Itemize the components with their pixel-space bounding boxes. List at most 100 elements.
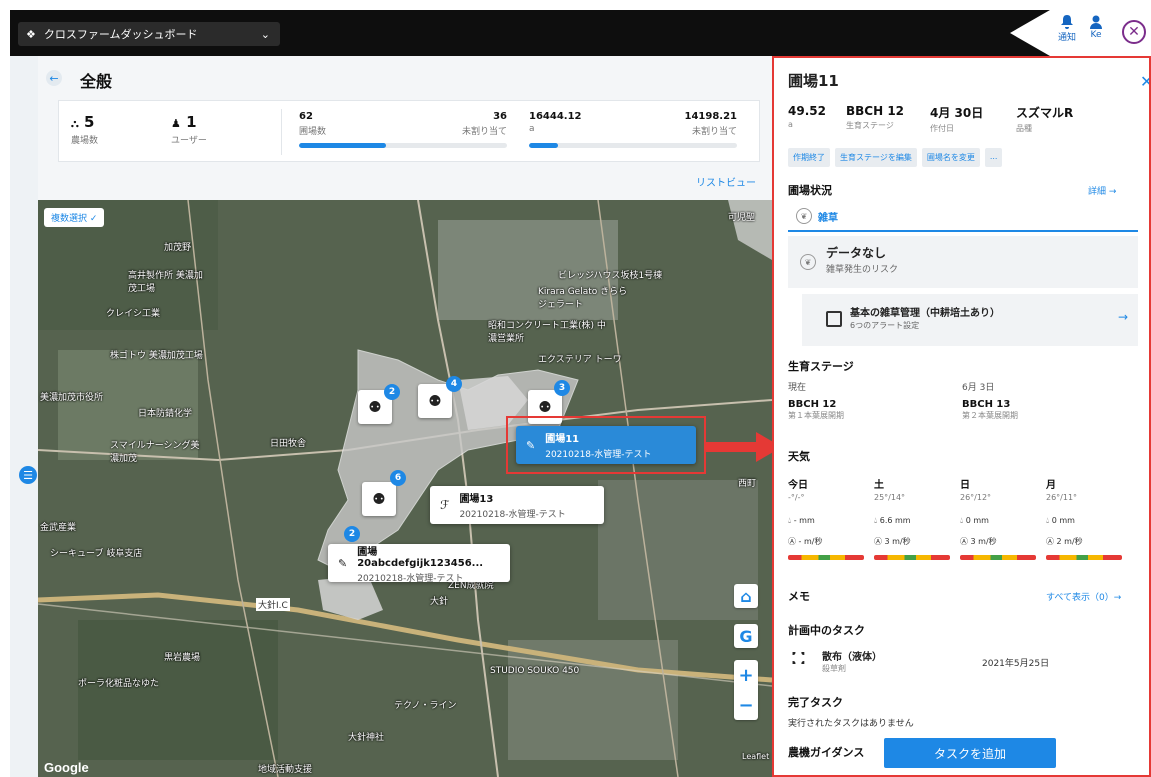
add-task-button[interactable]: タスクを追加 [884,738,1056,768]
notifications-label: 通知 [1058,33,1077,43]
weather-strip [960,555,1036,560]
tab-weed[interactable]: ❦ 雑草 [788,204,1138,232]
guidance-title[interactable]: 農機ガイダンス [788,744,864,760]
growth-current: 現在 BBCH 12 第１本葉展開期 [788,380,844,421]
weather-day: 日 26°/12° 💧︎ 0 mm Ⓐ 3 m/秒 [960,476,1040,560]
map-label: 日田牧舎 [270,439,307,449]
left-rail: ☰ [10,56,38,777]
dashboard-selector[interactable]: ❖ クロスファームダッシュボード ⌄ [18,22,280,46]
no-data-sub: 雑草発生のリスク [826,265,899,275]
completed-tasks-title: 完了タスク [788,696,843,709]
task-name: 散布（液体） [822,652,882,663]
weather-title: 天気 [788,450,810,463]
fields-label: 圃場数 [299,127,327,137]
field-facts: 49.52 a BBCH 12 生育ステージ 4月 30日 作付日 スズマルR 品種 [788,104,1073,134]
highlight-arrow [706,432,782,462]
zoom-in-button[interactable]: + [734,660,758,690]
rain-icon: 💧︎ [960,516,964,525]
map-label: STUDIO SOUKO 450 [490,666,580,676]
callout-sub: 20210218-水管理-テスト [357,573,464,584]
wind-icon: Ⓐ [874,537,882,546]
memo-title: メモ [788,590,810,603]
weed-plan-card[interactable]: 基本の雑草管理（中耕培土あり） 6つのアラート設定 → [802,294,1138,346]
menu-toggle-icon[interactable]: ☰ [19,466,37,484]
back-arrow-icon[interactable]: ← [46,70,62,86]
fact-bbch: BBCH 12 生育ステージ [846,104,905,130]
growth-now-bbch: BBCH 12 [788,399,837,410]
user-icon [1090,15,1102,29]
map-label: 高井製作所 美濃加茂工場 [128,271,203,294]
weather-day: 今日 -°/-° 💧︎ - mm Ⓐ - m/秒 [788,476,868,560]
leaf-icon: ✎ [338,556,348,570]
field20-callout[interactable]: ✎ 圃場20abcdefgijk123456... 20210218-水管理-テ… [328,544,510,584]
map-label: ビレッジハウス坂枝1号棟 [558,271,663,281]
field-marker-icon: ⚉ [538,398,552,416]
weed-risk-card: ❦ データなし 雑草発生のリスク [788,236,1138,288]
map-label: 大針神社 [348,733,385,743]
leaflet-attribution[interactable]: Leaflet [742,752,769,761]
field-cluster-pin[interactable]: ⚉ [362,482,396,516]
fact-variety: スズマルR 品種 [1016,106,1074,133]
main-area: ← 全般 ⛬ 5 農場数 ♟ 1 ユーザー 62 36 圃場数 未割り当て 1644… [38,56,772,777]
task-row[interactable]: ⛚ 散布（液体） 殺草剤 2021年5月25日 [788,646,1138,682]
fields-total: 62 [299,111,313,122]
notifications-button[interactable]: 通知 [1058,14,1076,43]
google-layer-icon[interactable]: G [734,624,758,648]
growth-now-desc: 第１本葉展開期 [788,411,844,420]
map-label: 地域活動支援 [258,765,313,775]
action-chips: 作期終了 生育ステージを編集 圃場名を変更 ... [788,148,1003,167]
map-label: 昭和コンクリート工業(株) 中濃営業所 [488,321,606,344]
rain-icon: 💧︎ [1046,516,1050,525]
cluster-count-badge: 3 [554,380,570,396]
home-location-icon[interactable]: ⌂ [734,584,758,608]
details-link[interactable]: 詳細 → [1088,184,1116,197]
memo-show-all-link[interactable]: すべて表示（0）→ [1046,590,1121,603]
page-title: 全般 [80,72,113,91]
map-label: クレイシ工業 [106,309,161,319]
tab-weed-label: 雑草 [818,212,838,224]
dashboard-selector-label: クロスファームダッシュボード [43,28,198,41]
callout-sub: 20210218-水管理-テスト [459,510,566,520]
list-view-link[interactable]: リストビュー [696,174,756,189]
end-season-button[interactable]: 作期終了 [788,148,830,167]
close-app-icon[interactable]: ✕ [1122,20,1146,44]
edit-growth-stage-button[interactable]: 生育ステージを編集 [835,148,917,167]
weather-strip [1046,555,1122,560]
divider [281,109,282,155]
field13-callout[interactable]: ℱ 圃場13 20210218-水管理-テスト [430,486,604,524]
users-count: 1 [186,113,197,131]
fields-progress-bar [299,143,507,148]
rename-field-button[interactable]: 圃場名を変更 [921,148,980,167]
fields-unassigned: 36 [493,111,507,122]
callout-title: 圃場13 [459,494,494,505]
map-label: 大針I.C [256,598,290,611]
map[interactable]: 複数選択 ✓ 日本防錆化学 日田牧舎 スマイルナーシング美濃加茂 クレイシ工業 … [38,200,772,777]
task-date: 2021年5月25日 [982,659,1050,669]
map-label: 西町 [738,479,757,489]
fields-stat: 62 36 圃場数 未割り当て [299,111,507,148]
farm-icon: ⛬ [71,117,79,130]
map-label: 大針 [430,597,449,607]
wind-icon: Ⓐ [960,537,968,546]
weed-plan-title: 基本の雑草管理（中耕培土あり） [850,308,1000,319]
weather-day: 土 25°/14° 💧︎ 6.6 mm Ⓐ 3 m/秒 [874,476,954,560]
weed-icon: ❦ [796,208,812,224]
fact-planting-date: 4月 30日 作付日 [930,106,984,133]
field-status-title: 圃場状況 [788,184,832,197]
area-unit: a [529,124,535,134]
user-menu-button[interactable]: Ke [1088,14,1104,40]
area-progress-fill [529,143,559,148]
callout-title: 圃場20abcdefgijk123456... [357,546,484,569]
close-icon[interactable]: ✕ [1140,72,1149,91]
rain-icon: 💧︎ [788,516,792,525]
more-button[interactable]: ... [984,148,1003,167]
wind-icon: Ⓐ [1046,537,1054,546]
map-label: エクステリア トーワ [538,355,622,365]
weed-icon: ❦ [800,254,816,270]
completed-empty-text: 実行されたタスクはありません [788,719,914,729]
chevron-down-icon: ⌄ [260,27,270,41]
field-marker-icon: ⚉ [368,398,382,416]
multi-select-button[interactable]: 複数選択 ✓ [44,208,105,227]
zoom-out-button[interactable]: − [734,690,758,720]
growth-stage-title: 生育ステージ [788,360,854,373]
